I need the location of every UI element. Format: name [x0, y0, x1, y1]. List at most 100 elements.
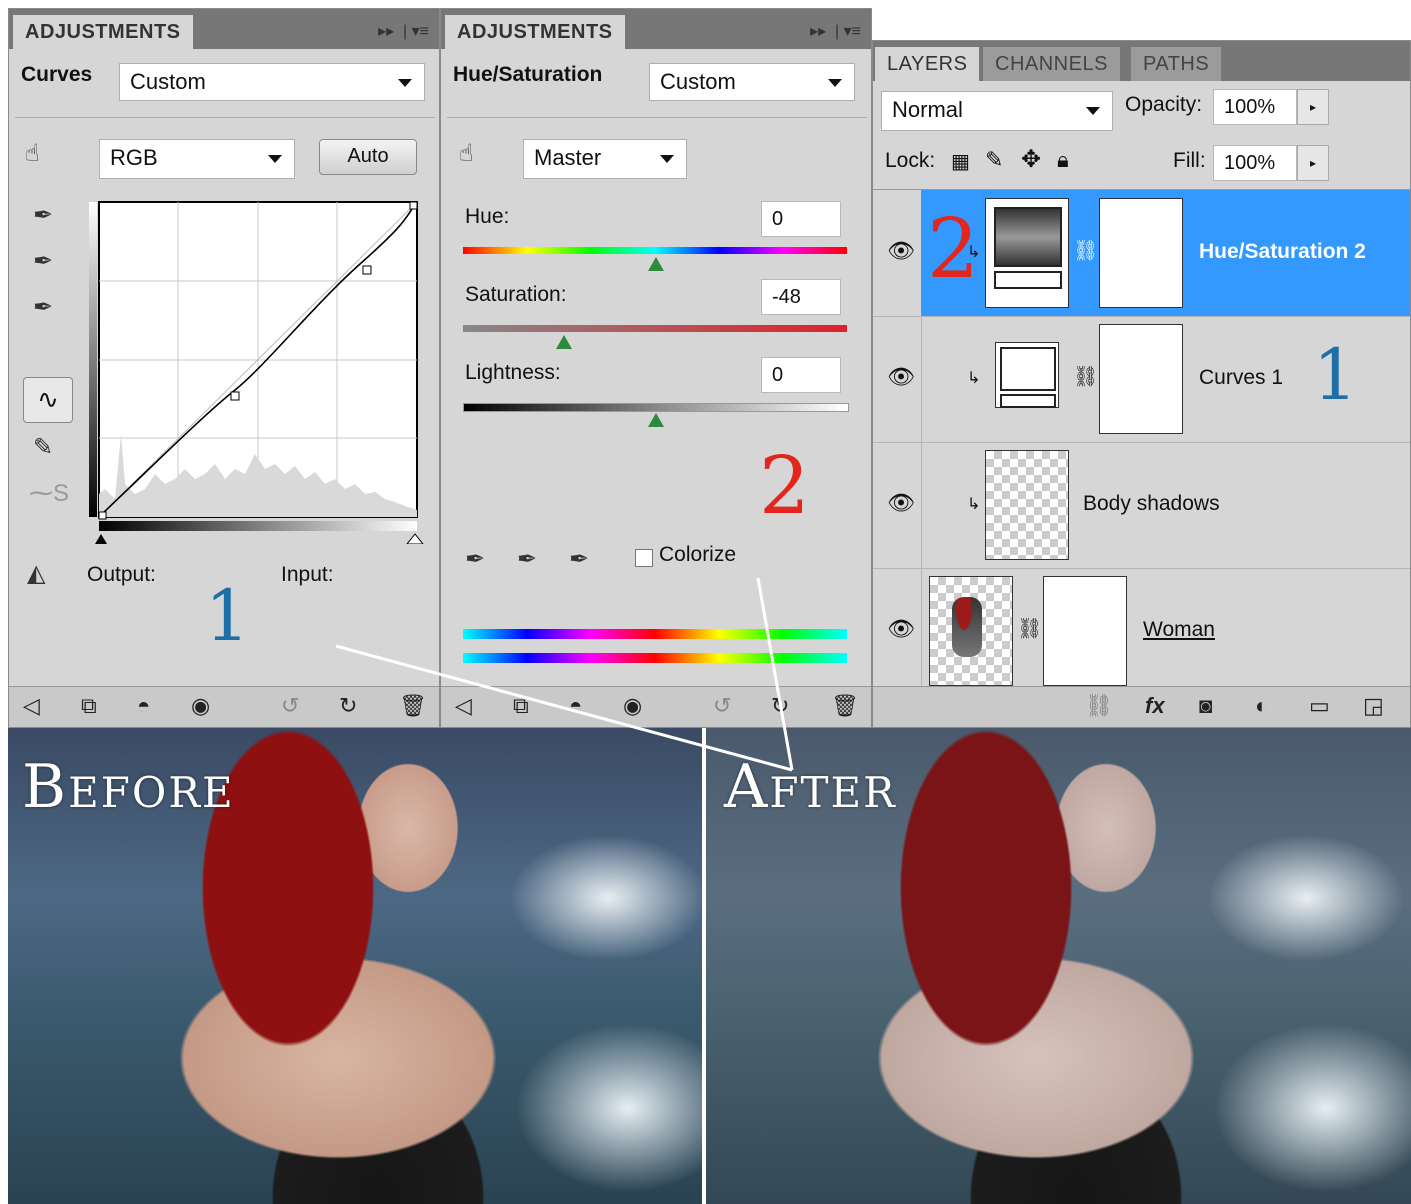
back-arrow-icon[interactable]: ◁ [455, 693, 472, 719]
layer-style-fx-icon[interactable]: fx [1145, 693, 1165, 719]
layer-mask-thumbnail[interactable] [1043, 576, 1127, 686]
layer-name[interactable]: Curves 1 [1199, 366, 1283, 390]
chevron-down-icon [1086, 107, 1100, 115]
layer-row-huesat[interactable]: 👁︎ 2 ↳ ⛓ Hue/Saturation 2 [873, 190, 1410, 317]
pencil-icon[interactable]: ✎ [33, 433, 53, 462]
panel-menu-icon[interactable]: ▸▸ | ▾≡ [810, 21, 861, 41]
panel-menu-icon[interactable]: ▸▸ | ▾≡ [378, 21, 429, 41]
trash-icon[interactable]: 🗑 [399, 693, 427, 719]
range-dropdown[interactable]: Master [523, 139, 687, 179]
curves-title: Curves [21, 63, 93, 86]
visibility-eye-icon[interactable]: 👁︎ [887, 490, 915, 516]
targeted-adjustment-icon[interactable]: ☝ [25, 139, 40, 168]
new-adjustment-layer-icon[interactable]: ◐ [1255, 693, 1268, 719]
back-arrow-icon[interactable]: ◁ [23, 693, 40, 719]
layer-thumbnail[interactable] [985, 450, 1069, 560]
smooth-curve-icon[interactable]: ⁓S [29, 479, 69, 508]
visibility-eye-icon[interactable]: ◉ [623, 693, 642, 719]
input-label: Input: [281, 563, 334, 586]
expand-view-icon[interactable]: ⧉ [513, 693, 529, 719]
saturation-slider-thumb[interactable] [556, 335, 572, 349]
lightness-slider-thumb[interactable] [648, 413, 664, 427]
visibility-eye-icon[interactable]: 👁︎ [887, 364, 915, 390]
visibility-eye-icon[interactable]: 👁︎ [887, 238, 915, 264]
curve-point-tool-icon[interactable]: ∿ [23, 377, 73, 423]
eyedropper-icon[interactable]: ✒ [465, 545, 485, 574]
chain-link-icon[interactable]: ⛓ [1073, 238, 1098, 263]
blend-mode-dropdown[interactable]: Normal [881, 91, 1113, 131]
layer-mask-thumbnail[interactable] [1099, 198, 1183, 308]
fill-field[interactable]: 100% [1213, 145, 1297, 181]
layer-row-body-shadows[interactable]: 👁︎ ↳ Body shadows [873, 442, 1410, 569]
trash-icon[interactable]: 🗑 [831, 693, 859, 719]
after-photo: After [706, 728, 1411, 1204]
channel-value: RGB [110, 145, 158, 170]
before-caption: Before [22, 752, 235, 822]
tab-channels[interactable]: CHANNELS [983, 47, 1120, 81]
reset-icon[interactable]: ↻ [339, 693, 357, 719]
clip-to-layer-icon[interactable]: ◓ [137, 693, 150, 719]
layer-name[interactable]: Woman [1143, 618, 1215, 642]
lock-position-icon[interactable]: ✥ [1021, 145, 1041, 174]
hue-slider-track[interactable] [463, 247, 847, 254]
auto-button[interactable]: Auto [319, 139, 417, 175]
clip-to-layer-icon[interactable]: ◓ [569, 693, 582, 719]
opacity-slider-button[interactable]: ▸ [1297, 89, 1329, 125]
hue-range-bar-top [463, 629, 847, 639]
layers-panel: LAYERS CHANNELS PATHS Normal Opacity: 10… [872, 40, 1411, 728]
hue-range-bar-bottom [463, 653, 847, 663]
clipping-warning-icon[interactable]: ◭ [27, 559, 45, 588]
tab-paths[interactable]: PATHS [1131, 47, 1222, 81]
targeted-adjustment-icon[interactable]: ☝ [459, 139, 474, 168]
layer-row-curves[interactable]: 👁︎ ↳ ⛓ Curves 1 1 [873, 316, 1410, 443]
tab-layers[interactable]: LAYERS [875, 47, 980, 81]
add-to-sample-eyedropper-icon[interactable]: ✒ [517, 545, 537, 574]
hue-field[interactable]: 0 [761, 201, 841, 237]
new-layer-icon[interactable]: ◲ [1363, 693, 1384, 719]
clip-arrow-icon: ↳ [967, 244, 981, 261]
reset-icon[interactable]: ↻ [771, 693, 789, 719]
lock-image-icon[interactable]: ✎ [985, 147, 1003, 173]
layer-name[interactable]: Body shadows [1083, 492, 1220, 516]
lightness-slider-track[interactable] [463, 403, 849, 412]
expand-view-icon[interactable]: ⧉ [81, 693, 97, 719]
curves-preset-value: Custom [130, 69, 206, 94]
tab-adjustments[interactable]: ADJUSTMENTS [445, 15, 625, 49]
lock-label: Lock: [885, 149, 936, 172]
gray-point-eyedropper-icon[interactable]: ✒ [33, 247, 53, 276]
huesat-adjustment-thumbnail [985, 198, 1069, 308]
lightness-field[interactable]: 0 [761, 357, 841, 393]
black-point-eyedropper-icon[interactable]: ✒ [33, 201, 53, 230]
range-value: Master [534, 145, 602, 170]
new-group-icon[interactable]: ▭ [1309, 693, 1330, 719]
curves-preset-dropdown[interactable]: Custom [119, 63, 425, 101]
visibility-eye-icon[interactable]: ◉ [191, 693, 210, 719]
fill-slider-button[interactable]: ▸ [1297, 145, 1329, 181]
saturation-field[interactable]: -48 [761, 279, 841, 315]
lock-transparent-icon[interactable]: ▦ [951, 149, 970, 174]
layer-name[interactable]: Hue/Saturation 2 [1199, 240, 1366, 264]
tab-adjustments[interactable]: ADJUSTMENTS [13, 15, 193, 49]
link-layers-icon[interactable]: ⛓ [1085, 693, 1113, 719]
hue-slider-thumb[interactable] [648, 257, 664, 271]
huesat-preset-dropdown[interactable]: Custom [649, 63, 855, 101]
curves-graph[interactable] [85, 194, 425, 544]
layer-mask-thumbnail[interactable] [1099, 324, 1183, 434]
curves-adjustment-thumbnail [995, 342, 1059, 408]
colorize-checkbox[interactable] [635, 549, 653, 567]
lock-all-icon[interactable]: 🔒︎ [1057, 147, 1069, 173]
woman-layer-thumbnail[interactable] [929, 576, 1013, 686]
layer-row-woman[interactable]: 👁︎ ⛓ Woman [873, 568, 1410, 695]
previous-state-icon[interactable]: ↺ [713, 693, 731, 719]
opacity-field[interactable]: 100% [1213, 89, 1297, 125]
subtract-from-sample-eyedropper-icon[interactable]: ✒ [569, 545, 589, 574]
chain-link-icon[interactable]: ⛓ [1073, 364, 1098, 389]
add-mask-icon[interactable]: ◙ [1199, 693, 1212, 719]
saturation-slider-track[interactable] [463, 325, 847, 332]
channel-dropdown[interactable]: RGB [99, 139, 295, 179]
white-point-eyedropper-icon[interactable]: ✒ [33, 293, 53, 322]
previous-state-icon[interactable]: ↺ [281, 693, 299, 719]
huesat-bottom-toolbar: ◁ ⧉ ◓ ◉ ↺ ↻ 🗑 [441, 686, 871, 727]
visibility-eye-icon[interactable]: 👁︎ [887, 616, 915, 642]
chain-link-icon[interactable]: ⛓ [1017, 616, 1042, 641]
